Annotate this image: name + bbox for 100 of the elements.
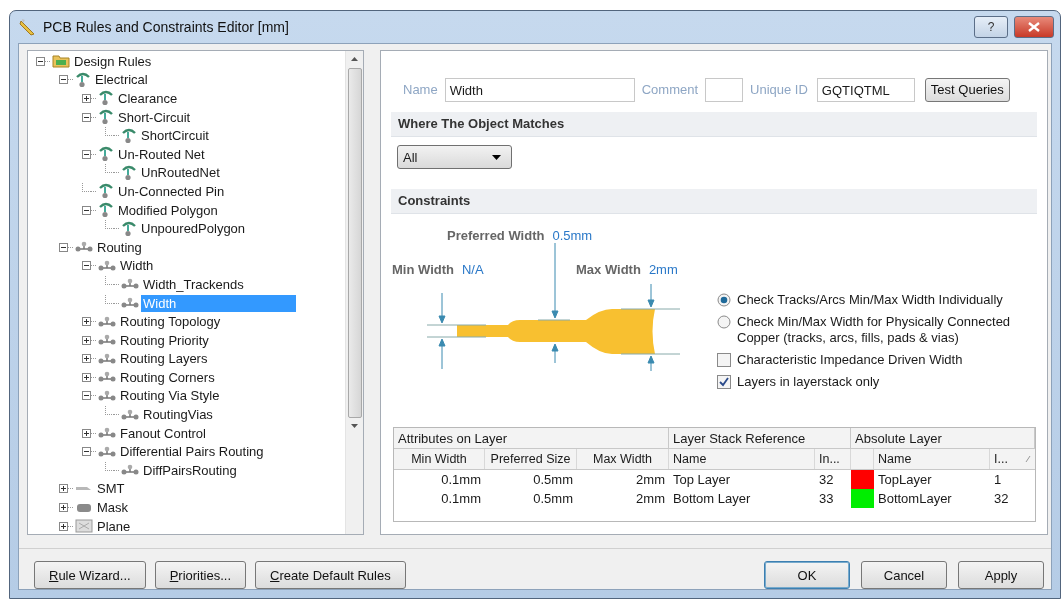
close-button[interactable] xyxy=(1014,16,1054,38)
track-node-icon xyxy=(121,464,139,477)
name-label: Name xyxy=(403,82,438,97)
table-cell-text: 1 xyxy=(993,471,1003,489)
dialog-button[interactable]: Cancel xyxy=(861,561,947,589)
expand-toggle[interactable] xyxy=(82,372,91,382)
expand-toggle[interactable] xyxy=(82,428,91,438)
tree-item[interactable]: Fanout Control xyxy=(118,424,208,442)
rule-node-icon xyxy=(98,183,114,200)
column-header[interactable]: Name xyxy=(669,449,815,469)
expand-toggle[interactable] xyxy=(82,335,91,345)
dialog-button[interactable]: Apply xyxy=(958,561,1044,589)
tree-item[interactable]: Differential Pairs Routing xyxy=(118,443,266,461)
expand-toggle[interactable] xyxy=(59,75,68,85)
query-dropdown[interactable]: All xyxy=(397,145,512,169)
track-node-icon xyxy=(75,241,93,254)
close-icon xyxy=(1028,22,1040,32)
rule-node-icon xyxy=(121,220,137,237)
column-header[interactable]: Max Width xyxy=(577,449,669,469)
tree-item[interactable]: Clearance xyxy=(116,90,180,107)
dialog-button[interactable]: OK xyxy=(764,561,850,589)
scrollbar[interactable] xyxy=(345,51,363,534)
tree-item[interactable]: Un-Routed Net xyxy=(116,145,207,163)
unique-id-field[interactable]: GQTIQTML xyxy=(816,77,915,102)
dialog-button[interactable]: Create Default Rules xyxy=(255,561,406,589)
tree-item[interactable]: Width_Trackends xyxy=(141,275,246,293)
tree-item[interactable]: RoutingVias xyxy=(141,406,215,424)
table-cell-text: 0.1mm xyxy=(440,471,482,489)
rule-node-icon xyxy=(75,71,91,88)
radio-button[interactable] xyxy=(717,293,731,307)
tree-item[interactable]: UnRoutedNet xyxy=(139,164,222,182)
track-node-icon xyxy=(98,259,116,272)
mask-icon xyxy=(75,501,93,514)
expand-toggle[interactable] xyxy=(82,354,91,364)
checkbox[interactable] xyxy=(717,353,731,367)
expand-toggle[interactable] xyxy=(82,205,91,215)
dialog-button[interactable]: Rule Wizard... xyxy=(34,561,146,589)
column-header[interactable]: Preferred Size xyxy=(485,449,577,469)
tree-item[interactable]: Electrical xyxy=(93,71,150,89)
comment-field[interactable] xyxy=(705,77,744,102)
tree-item[interactable]: Routing Corners xyxy=(118,368,217,386)
tree-item[interactable]: Width xyxy=(118,257,156,275)
table-cell-text: 33 xyxy=(818,490,835,508)
group-header: Attributes on Layer xyxy=(394,428,669,448)
option-label: Check Tracks/Arcs Min/Max Width Individually xyxy=(737,292,1004,308)
tree-item[interactable]: Routing Via Style xyxy=(118,387,222,405)
expand-toggle[interactable] xyxy=(59,521,68,531)
expand-toggle[interactable] xyxy=(82,447,91,457)
tree-item[interactable]: UnpouredPolygon xyxy=(139,220,248,238)
column-header[interactable]: Min Width xyxy=(394,449,485,469)
tree-item[interactable]: Routing xyxy=(95,238,144,256)
scroll-down-icon[interactable] xyxy=(351,424,358,428)
tree-item[interactable]: Plane xyxy=(95,517,133,534)
track-node-icon xyxy=(98,445,116,458)
expand-toggle[interactable] xyxy=(82,112,91,122)
expand-toggle[interactable] xyxy=(59,242,68,252)
tree-item[interactable]: Modified Polygon xyxy=(116,201,220,219)
min-width-value[interactable]: N/A xyxy=(462,262,484,277)
help-button[interactable]: ? xyxy=(974,16,1008,38)
expand-toggle[interactable] xyxy=(59,503,68,513)
name-field[interactable]: Width xyxy=(444,77,635,102)
table-cell-text: TopLayer xyxy=(877,471,933,489)
tree-item[interactable]: Mask xyxy=(95,499,131,517)
min-width-label: Min Width xyxy=(392,262,454,277)
track-node-icon xyxy=(98,371,116,384)
tree-item[interactable]: SMT xyxy=(95,480,127,498)
expand-toggle[interactable] xyxy=(36,56,45,66)
tree-item[interactable]: Design Rules xyxy=(72,52,154,70)
checkbox[interactable] xyxy=(717,375,731,389)
radio-button[interactable] xyxy=(717,315,731,329)
expand-toggle[interactable] xyxy=(59,484,68,494)
column-header[interactable]: In... xyxy=(815,449,851,469)
expand-toggle[interactable] xyxy=(82,317,91,327)
expand-toggle[interactable] xyxy=(82,391,91,401)
max-width-value[interactable]: 2mm xyxy=(648,262,678,277)
track-node-icon xyxy=(98,334,116,347)
column-header[interactable]: I... xyxy=(994,452,1008,466)
tree-item[interactable]: Routing Priority xyxy=(118,331,211,349)
track-node-icon xyxy=(98,390,116,402)
expand-toggle[interactable] xyxy=(82,94,91,103)
scroll-up-icon[interactable] xyxy=(351,57,358,61)
column-header[interactable]: Name xyxy=(874,449,990,469)
expand-toggle[interactable] xyxy=(82,149,91,159)
table-cell-text: BottomLayer xyxy=(877,490,953,508)
dialog-button[interactable]: Priorities... xyxy=(154,561,247,589)
tree-item[interactable]: ShortCircuit xyxy=(139,127,211,145)
tree-item[interactable]: Routing Topology xyxy=(118,313,223,331)
preferred-width-value[interactable]: 0.5mm xyxy=(552,228,593,243)
rule-node-icon xyxy=(98,202,114,219)
rule-node-icon xyxy=(98,109,114,126)
table-cell-text: 2mm xyxy=(635,471,666,489)
track-node-icon xyxy=(121,278,139,291)
ruler-pencil-icon xyxy=(19,18,37,36)
test-queries-button[interactable]: Test Queries xyxy=(924,77,1010,102)
tree-item[interactable]: DiffPairsRouting xyxy=(141,461,239,479)
tree-item[interactable]: Un-Connected Pin xyxy=(116,182,227,200)
expand-toggle[interactable] xyxy=(82,261,91,271)
tree-item[interactable]: Routing Layers xyxy=(118,350,210,368)
table-cell-text: Top Layer xyxy=(672,471,732,489)
tree-item[interactable]: Short-Circuit xyxy=(116,108,193,126)
